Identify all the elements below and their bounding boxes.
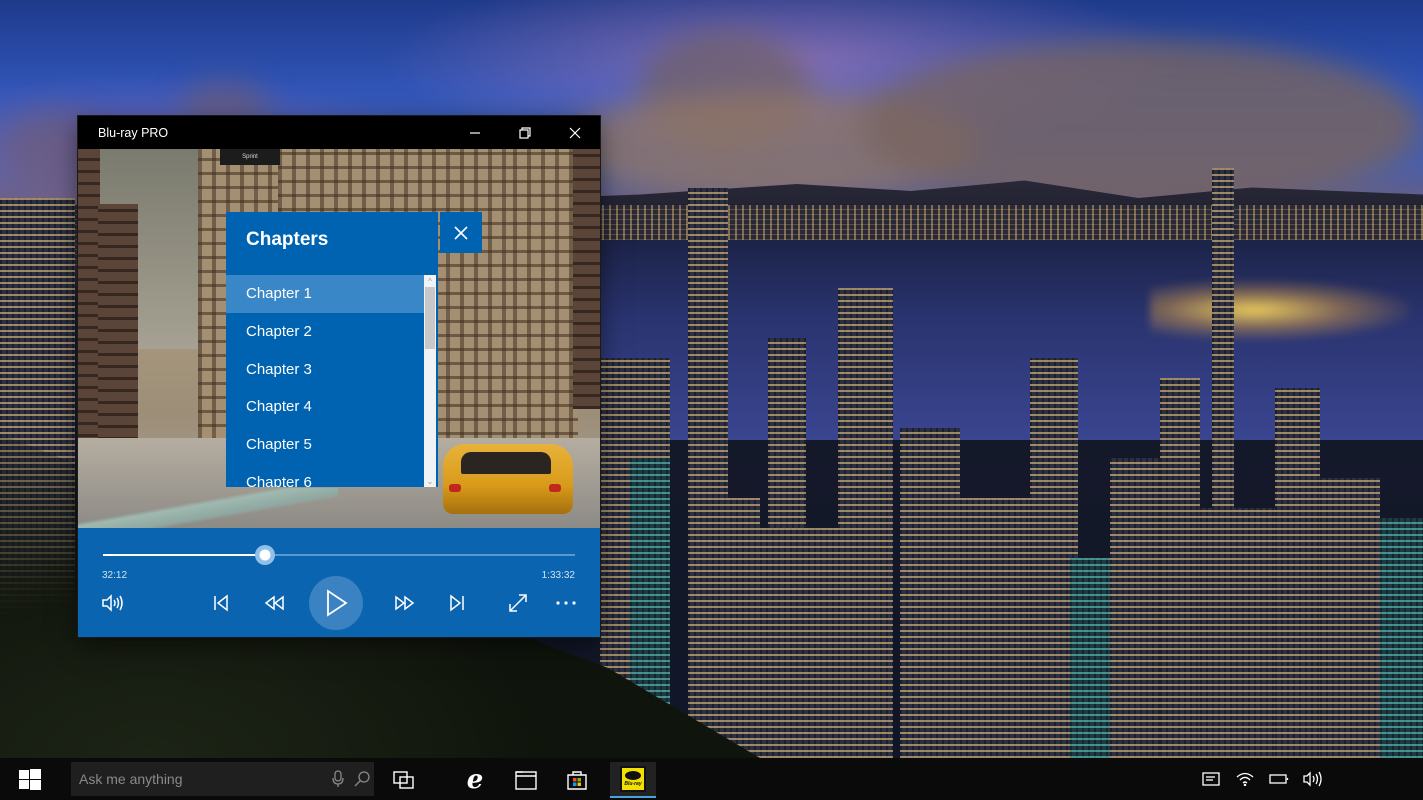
close-icon: [569, 127, 581, 138]
video-frame-building: [513, 149, 578, 449]
app-window: Blu-ray PRO Sprint Chapters Chapter 1 Ch…: [78, 116, 600, 637]
rewind-button[interactable]: [259, 588, 289, 618]
close-button[interactable]: [550, 116, 600, 149]
more-icon: [556, 601, 576, 605]
skip-previous-icon: [214, 594, 228, 612]
wallpaper-shore-lights: [1150, 280, 1410, 340]
bluray-icon: Blu-ray: [620, 766, 646, 792]
scroll-down-icon[interactable]: ⌄: [424, 475, 436, 487]
volume-icon: [102, 594, 123, 612]
volume-tray-button[interactable]: [1303, 769, 1323, 789]
chapter-item[interactable]: Chapter 5: [226, 426, 424, 464]
window-title: Blu-ray PRO: [98, 125, 169, 140]
fast-forward-button[interactable]: [390, 588, 420, 618]
wallpaper-tower: [1160, 378, 1200, 758]
rewind-icon: [264, 595, 284, 611]
fullscreen-icon: [509, 594, 527, 612]
ie-icon: e: [466, 765, 484, 795]
volume-icon: [1303, 771, 1322, 787]
chapters-panel: Chapters Chapter 1 Chapter 2 Chapter 3 Chap…: [226, 212, 438, 487]
microphone-icon: [332, 770, 344, 787]
elapsed-time: 32:12: [102, 570, 128, 581]
battery-button[interactable]: [1269, 769, 1289, 789]
wallpaper-tower: [1200, 508, 1280, 758]
search-icon: [354, 771, 370, 787]
taskbar-app-bluray-pro[interactable]: Blu-ray: [610, 762, 656, 798]
video-frame-building: [573, 149, 600, 409]
close-icon: [454, 225, 468, 240]
play-icon: [327, 589, 348, 617]
skip-next-icon: [450, 594, 464, 612]
chapter-item[interactable]: Chapter 6: [226, 463, 424, 487]
action-center-button[interactable]: [1201, 769, 1221, 789]
minimize-button[interactable]: [450, 116, 500, 149]
total-time: 1:33:32: [541, 570, 575, 581]
battery-icon: [1269, 774, 1289, 784]
chapter-item[interactable]: Chapter 4: [226, 388, 424, 426]
more-options-button[interactable]: [551, 588, 581, 618]
restore-button[interactable]: [500, 116, 550, 149]
video-frame-building: [98, 204, 138, 464]
wallpaper-tower: [900, 428, 960, 758]
chapter-list-scrollbar[interactable]: ^ ⌄: [424, 275, 436, 487]
action-center-icon: [1202, 772, 1220, 786]
title-bar[interactable]: Blu-ray PRO: [78, 116, 600, 149]
wallpaper-tower: [1070, 558, 1110, 758]
minimize-icon: [470, 131, 480, 134]
task-view-icon: [393, 771, 414, 789]
seek-bar-progress: [103, 554, 266, 556]
restore-icon: [519, 126, 531, 139]
scroll-up-icon[interactable]: ^: [424, 275, 436, 287]
microphone-button[interactable]: [326, 770, 350, 788]
wallpaper-tower: [960, 498, 1030, 758]
video-frame-taxi: [443, 444, 573, 514]
previous-chapter-button[interactable]: [206, 588, 236, 618]
network-button[interactable]: [1235, 769, 1255, 789]
search-input[interactable]: Ask me anything: [71, 762, 374, 796]
taskbar-app-store[interactable]: [554, 762, 600, 798]
scrollbar-thumb[interactable]: [425, 287, 435, 349]
windows-logo-icon: [19, 769, 41, 790]
wallpaper-tower: [760, 528, 850, 758]
wallpaper-tower: [1380, 518, 1423, 758]
seek-bar[interactable]: [103, 545, 575, 565]
seek-bar-thumb[interactable]: [255, 545, 276, 565]
start-button[interactable]: [18, 767, 58, 791]
wallpaper-tower: [700, 498, 760, 758]
volume-button[interactable]: [98, 588, 128, 618]
bluray-icon-text: Blu-ray: [624, 781, 642, 787]
video-surface[interactable]: Sprint Chapters Chapter 1 Chapter 2 Chapte…: [78, 149, 600, 528]
taskbar-app-internet-explorer[interactable]: e: [452, 762, 498, 798]
video-billboard: Sprint: [220, 149, 280, 165]
folder-icon: [515, 771, 537, 790]
play-button[interactable]: [309, 576, 363, 630]
chapter-item[interactable]: Chapter 3: [226, 350, 424, 388]
fast-forward-icon: [395, 595, 415, 611]
next-chapter-button[interactable]: [442, 588, 472, 618]
wallpaper-cloud: [860, 40, 1420, 210]
chapter-item[interactable]: Chapter 2: [226, 313, 424, 351]
fullscreen-button[interactable]: [503, 588, 533, 618]
search-placeholder: Ask me anything: [79, 771, 183, 787]
search-button[interactable]: [350, 770, 374, 788]
chapters-title: Chapters: [246, 229, 329, 250]
wallpaper-tower: [1320, 478, 1380, 758]
bluray-disc-graphic: [625, 771, 641, 780]
taskbar: Ask me anything e Blu-ray: [0, 758, 1423, 800]
playback-controls: 32:12 1:33:32: [78, 528, 600, 637]
video-frame-bike-lane: [78, 488, 338, 528]
chapter-list: Chapter 1 Chapter 2 Chapter 3 Chapter 4 Chap…: [226, 275, 424, 487]
store-icon: [567, 771, 587, 790]
task-view-button[interactable]: [381, 762, 427, 798]
system-tray: [1201, 758, 1323, 800]
chapters-close-button[interactable]: [440, 212, 482, 253]
taskbar-app-file-explorer[interactable]: [503, 762, 549, 798]
wifi-icon: [1236, 772, 1254, 786]
window-controls: [450, 116, 600, 149]
chapter-item[interactable]: Chapter 1: [226, 275, 424, 313]
wallpaper-tower: [1275, 388, 1320, 758]
